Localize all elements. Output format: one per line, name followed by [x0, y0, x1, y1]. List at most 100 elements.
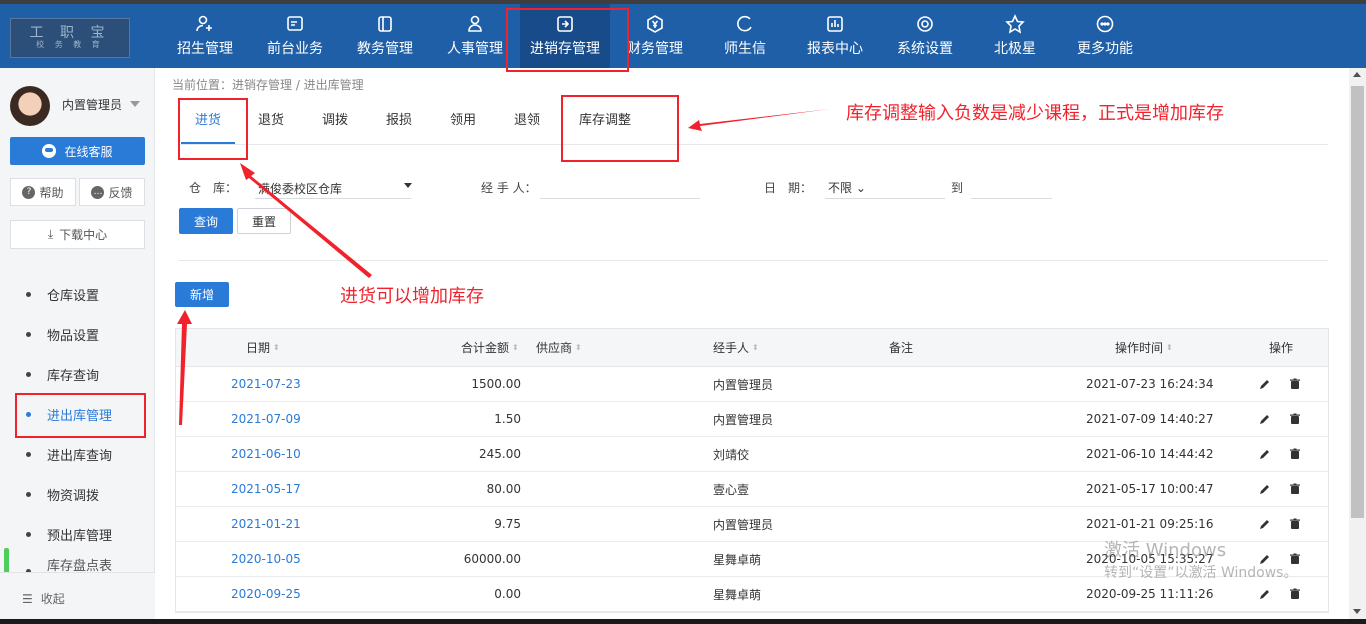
logo-line2: 校 务 教 育: [36, 40, 104, 49]
edit-icon[interactable]: [1259, 588, 1271, 600]
row-date[interactable]: 2021-06-10: [231, 437, 301, 471]
col-supplier[interactable]: 供应商 ⬍: [536, 329, 582, 366]
nav-item-reports[interactable]: 报表中心: [790, 4, 880, 68]
chart-icon: [825, 14, 845, 34]
annotation-stock-adjust: 库存调整输入负数是减少课程，正式是增加库存: [846, 103, 1224, 124]
sidebar-item-item-settings[interactable]: 物品设置: [0, 314, 155, 354]
nav-item-enrollment[interactable]: 招生管理: [160, 4, 250, 68]
col-date[interactable]: 日期 ⬍: [246, 329, 280, 366]
nav-item-academic[interactable]: 教务管理: [340, 4, 430, 68]
watermark-line1: 激活 Windows: [1104, 540, 1227, 561]
download-center-button[interactable]: ⤓ 下载中心: [10, 220, 145, 249]
trash-icon[interactable]: [1289, 378, 1301, 390]
scroll-up-icon[interactable]: [1353, 72, 1361, 77]
sidebar-item-label: 仓库设置: [47, 288, 100, 304]
user-name[interactable]: 内置管理员: [62, 96, 122, 113]
query-button[interactable]: 查询: [179, 208, 233, 234]
trash-icon[interactable]: [1289, 413, 1301, 425]
nav-item-frontdesk[interactable]: 前台业务: [250, 4, 340, 68]
windows-activation-watermark: 激活 Windows 转到“设置”以激活 Windows。: [1104, 540, 1297, 584]
handler-input[interactable]: [540, 198, 700, 199]
row-date[interactable]: 2021-05-17: [231, 472, 301, 506]
sidebar-item-stock-query[interactable]: 库存查询: [0, 354, 155, 394]
date-start-input[interactable]: [825, 198, 945, 199]
sidebar-item-stocktake[interactable]: 库存盘点表: [0, 554, 155, 574]
feedback-button[interactable]: … 反馈: [79, 178, 145, 206]
app-logo[interactable]: 工 职 宝 校 务 教 育: [10, 18, 130, 58]
nav-label: 更多功能: [1077, 41, 1133, 57]
tab-damage[interactable]: 报损: [386, 100, 412, 144]
col-amount[interactable]: 合计金额 ⬍: [461, 329, 519, 366]
date-end-input[interactable]: [971, 198, 1052, 199]
vertical-scrollbar[interactable]: [1349, 68, 1366, 624]
tab-transfer[interactable]: 调拨: [322, 100, 348, 144]
tab-return-requisition[interactable]: 退领: [514, 100, 540, 144]
gear-icon: [915, 14, 935, 34]
help-button[interactable]: ? 帮助: [10, 178, 76, 206]
row-amount: 60000.00: [463, 552, 521, 566]
sidebar-item-inout-query[interactable]: 进出库查询: [0, 434, 155, 474]
row-handler: 星舞卓萌: [713, 587, 762, 602]
row-optime: 2021-07-23 16:24:34: [1086, 377, 1214, 391]
scroll-down-icon[interactable]: [1353, 609, 1361, 614]
col-optime[interactable]: 操作时间 ⬍: [1115, 329, 1173, 366]
edit-icon[interactable]: [1259, 378, 1271, 390]
nav-item-messages[interactable]: 师生信: [700, 4, 790, 68]
row-ops: [1259, 402, 1301, 436]
row-amount: 9.75: [494, 517, 521, 531]
annotation-purchase: 进货可以增加库存: [340, 286, 484, 307]
date-range-value: 不限: [828, 181, 853, 195]
sort-icon: ⬍: [512, 342, 519, 352]
edit-icon[interactable]: [1259, 483, 1271, 495]
warehouse-select[interactable]: 满俊委校区仓库: [258, 180, 342, 197]
nav-item-settings[interactable]: 系统设置: [880, 4, 970, 68]
sort-icon: ⬍: [273, 342, 280, 352]
chevron-down-icon[interactable]: [404, 183, 412, 188]
date-range-select[interactable]: 不限 ⌄: [828, 179, 866, 196]
row-ops: [1259, 437, 1301, 471]
avatar[interactable]: [10, 86, 50, 126]
collapse-icon: ☰: [22, 591, 33, 606]
row-date[interactable]: 2021-07-23: [231, 367, 301, 401]
nav-label: 师生信: [724, 41, 766, 57]
tab-requisition[interactable]: 领用: [450, 100, 476, 144]
edit-icon[interactable]: [1259, 518, 1271, 530]
scroll-thumb[interactable]: [1351, 86, 1364, 518]
trash-icon[interactable]: [1289, 448, 1301, 460]
chevron-down-icon[interactable]: [130, 101, 140, 107]
row-date[interactable]: 2020-10-05: [231, 542, 301, 576]
sidebar-item-pre-outbound[interactable]: 预出库管理: [0, 514, 155, 554]
table-row: 2021-07-09 1.50 内置管理员 2021-07-09 14:40:27: [176, 402, 1328, 437]
sidebar: 内置管理员 在线客服 ? 帮助 … 反馈 ⤓ 下载中心 仓库设置 物品设置 库存…: [0, 68, 155, 624]
trash-icon[interactable]: [1289, 518, 1301, 530]
chat-icon: [735, 14, 755, 34]
row-handler: 内置管理员: [713, 412, 774, 427]
row-amount: 0.00: [494, 587, 521, 601]
book-icon: [375, 14, 395, 34]
taskbar-edge: [0, 619, 1366, 624]
row-date[interactable]: 2021-07-09: [231, 402, 301, 436]
edit-icon[interactable]: [1259, 448, 1271, 460]
trash-icon[interactable]: [1289, 483, 1301, 495]
sidebar-item-warehouse-settings[interactable]: 仓库设置: [0, 274, 155, 314]
collapse-button[interactable]: ☰ 收起: [0, 572, 155, 624]
row-date[interactable]: 2021-01-21: [231, 507, 301, 541]
help-icon: ?: [22, 185, 36, 199]
col-handler[interactable]: 经手人 ⬍: [713, 329, 759, 366]
sidebar-item-transfer[interactable]: 物资调拨: [0, 474, 155, 514]
trash-icon[interactable]: [1289, 588, 1301, 600]
nav-item-polaris[interactable]: 北极星: [970, 4, 1060, 68]
row-amount: 1.50: [494, 412, 521, 426]
nav-item-more[interactable]: 更多功能: [1060, 4, 1150, 68]
row-date[interactable]: 2020-09-25: [231, 577, 301, 611]
table-header: 日期 ⬍ 合计金额 ⬍ 供应商 ⬍ 经手人 ⬍ 备注 操作时间 ⬍ 操作: [176, 329, 1328, 367]
watermark-line2: 转到“设置”以激活 Windows。: [1104, 565, 1298, 581]
add-button[interactable]: 新增: [175, 282, 229, 307]
reset-button[interactable]: 重置: [237, 208, 291, 234]
col-remark: 备注: [889, 329, 913, 366]
online-service-button[interactable]: 在线客服: [10, 137, 145, 165]
bullet-icon: [26, 531, 31, 537]
nav-label: 系统设置: [897, 41, 953, 57]
edit-icon[interactable]: [1259, 413, 1271, 425]
tab-return[interactable]: 退货: [258, 100, 284, 144]
